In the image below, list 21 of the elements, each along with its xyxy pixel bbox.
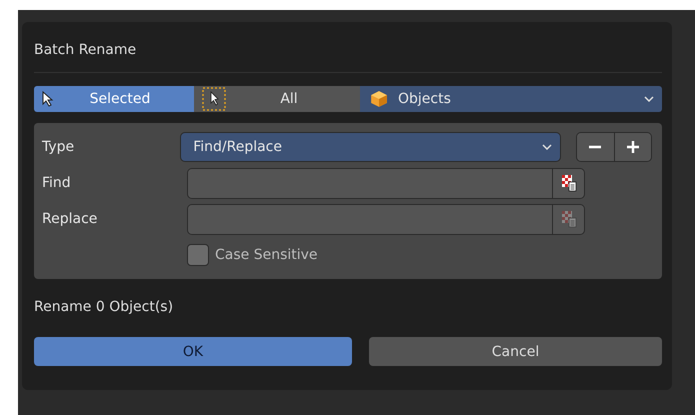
add-button[interactable] [614,133,651,161]
data-type-dropdown[interactable]: Objects [360,86,662,112]
status-text: Rename 0 Object(s) [34,298,174,317]
dialog-title: Batch Rename [34,41,138,60]
checkbox-label: Case Sensitive [215,247,318,263]
ok-button[interactable]: OK [34,337,352,366]
scope-tab[interactable]: All [194,86,360,112]
cancel-button[interactable]: Cancel [369,337,662,366]
field-label: Find [42,175,72,191]
scope-tab[interactable]: Selected [34,86,194,112]
chevron-down-icon [644,96,654,102]
remove-button[interactable] [576,133,614,161]
plus-icon [626,140,640,154]
field-label: Type [42,139,76,155]
cursor-icon [42,91,54,107]
dotted-cursor-icon [202,87,226,111]
field-label: Replace [42,211,98,227]
checkbox[interactable] [187,244,209,266]
cube-icon [370,90,388,108]
chevron-down-icon [542,144,552,150]
type-dropdown[interactable]: Find/Replace [180,132,561,162]
